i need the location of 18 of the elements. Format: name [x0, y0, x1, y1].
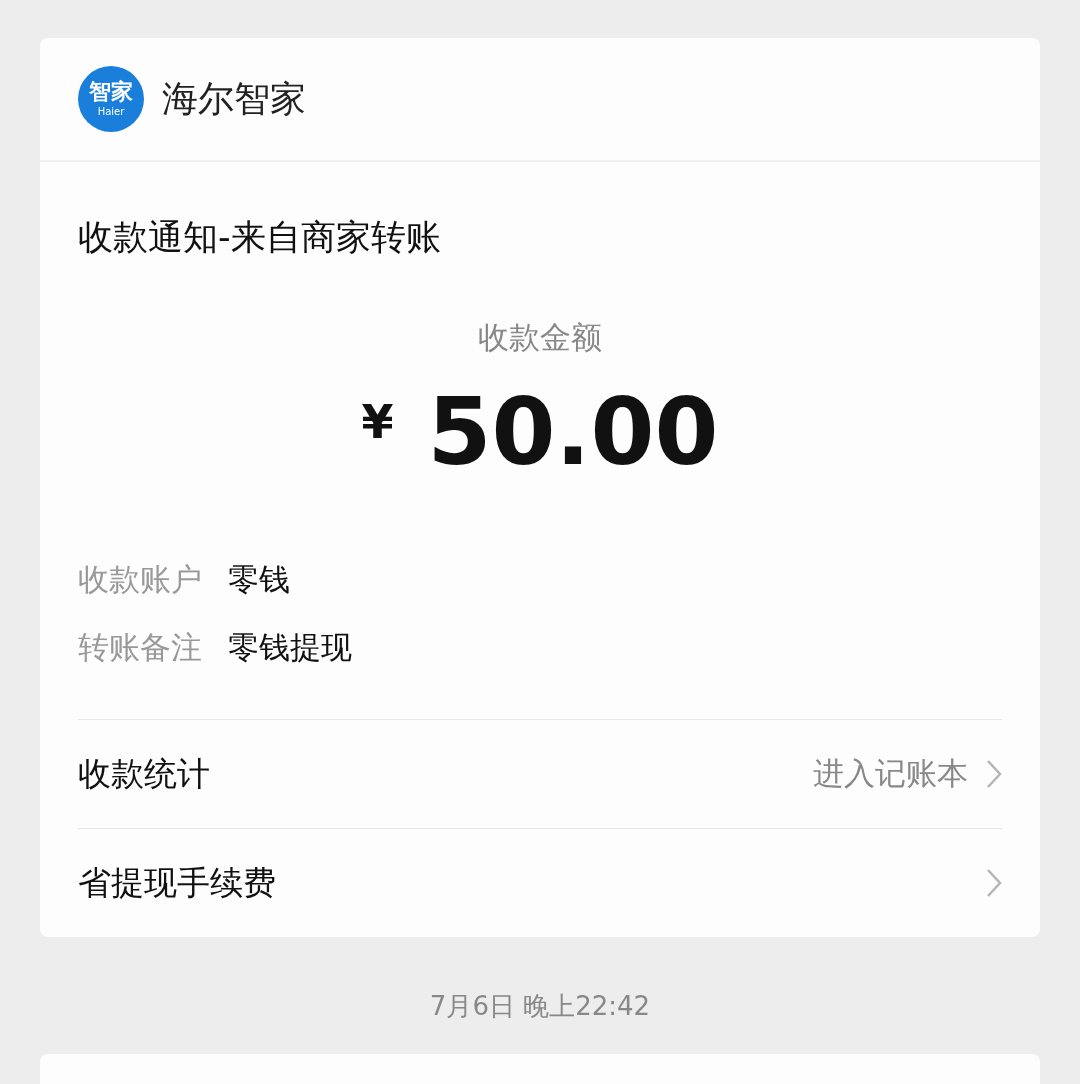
timestamp: 7月6日 晚上22:42 — [429, 991, 651, 1021]
detail-value: 零钱 — [228, 560, 290, 599]
link-row[interactable]: 收款统计 进入记账本 — [78, 720, 1002, 829]
app-logo: 智家 Haier — [78, 66, 144, 132]
amount-value: 50.00 — [427, 387, 719, 479]
notification-title: 收款通知-来自商家转账 — [78, 216, 442, 259]
link-row[interactable]: 省提现手续费 — [78, 829, 1002, 937]
detail-value: 零钱提现 — [228, 628, 352, 667]
chevron-right-icon — [986, 759, 1002, 789]
link-label: 收款统计 — [78, 752, 211, 795]
currency-symbol: ¥ — [361, 395, 394, 449]
detail-label: 收款账户 — [78, 560, 202, 599]
amount-label: 收款金额 — [477, 318, 603, 357]
link-label: 省提现手续费 — [78, 861, 277, 904]
detail-label: 转账备注 — [78, 628, 202, 667]
link-hint: 进入记账本 — [813, 754, 968, 793]
app-name: 海尔智家 — [162, 76, 306, 121]
chevron-right-icon — [986, 868, 1002, 898]
